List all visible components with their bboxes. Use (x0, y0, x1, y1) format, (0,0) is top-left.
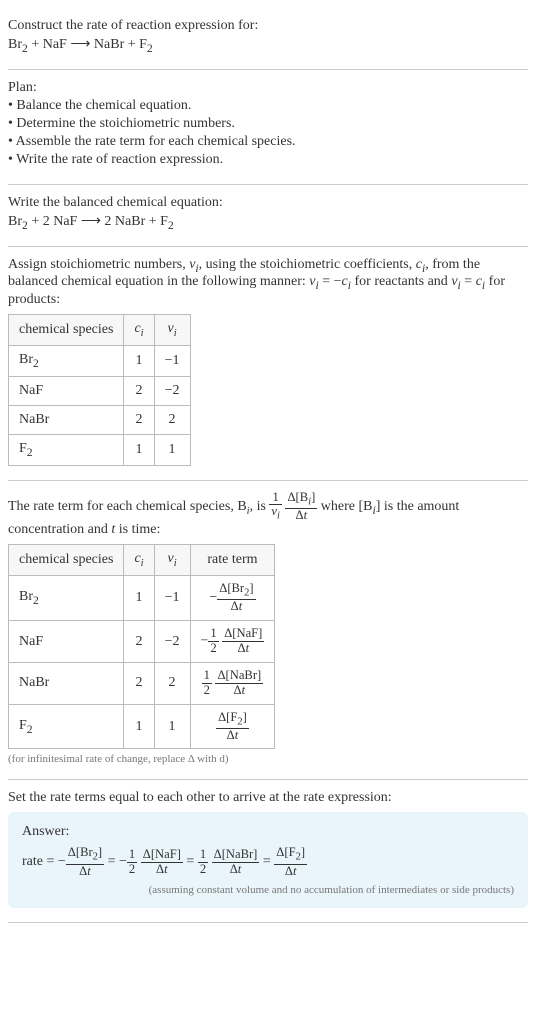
cell-species: F2 (9, 434, 124, 465)
cell-c: 1 (124, 704, 154, 749)
col-nui: νi (154, 545, 190, 576)
col-species: chemical species (9, 315, 124, 346)
rate-term-footnote: (for infinitesimal rate of change, repla… (8, 753, 528, 765)
prompt-section: Construct the rate of reaction expressio… (8, 8, 528, 70)
col-rate-term: rate term (190, 545, 275, 576)
plan-list: Balance the chemical equation. Determine… (8, 98, 528, 168)
balanced-section: Write the balanced chemical equation: Br… (8, 185, 528, 247)
plan-item: Assemble the rate term for each chemical… (8, 134, 528, 150)
rate-term-text: The rate term for each chemical species,… (8, 491, 528, 539)
col-nui: νi (154, 315, 190, 346)
rate-expression: rate = −Δ[Br2]Δt = −12 Δ[NaF]Δt = 12 Δ[N… (22, 846, 514, 878)
plan-section: Plan: Balance the chemical equation. Det… (8, 70, 528, 185)
answer-box: Answer: rate = −Δ[Br2]Δt = −12 Δ[NaF]Δt … (8, 812, 528, 908)
col-ci: ci (124, 315, 154, 346)
balanced-equation: Br2 + 2 NaF ⟶ 2 NaBr + F2 (8, 213, 528, 232)
stoich-table: chemical species ci νi Br2 1 −1 NaF 2 −2… (8, 314, 191, 465)
stoich-text: Assign stoichiometric numbers, νi, using… (8, 257, 528, 309)
plan-heading: Plan: (8, 80, 528, 96)
subscript-i: i (247, 506, 250, 517)
col-species: chemical species (9, 545, 124, 576)
table-row: F2 1 1 (9, 434, 191, 465)
col-ci: ci (124, 545, 154, 576)
cell-nu: 1 (154, 434, 190, 465)
cell-c: 1 (124, 576, 154, 621)
rate-term-table: chemical species ci νi rate term Br2 1 −… (8, 544, 275, 749)
final-section: Set the rate terms equal to each other t… (8, 780, 528, 923)
cell-nu: 2 (154, 662, 190, 704)
cell-nu: −2 (154, 621, 190, 663)
cell-species: NaBr (9, 662, 124, 704)
rate-term-pre: The rate term for each chemical species,… (8, 499, 247, 514)
cell-rate: −Δ[Br2]Δt (190, 576, 275, 621)
cell-species: NaF (9, 376, 124, 405)
stoich-section: Assign stoichiometric numbers, νi, using… (8, 247, 528, 481)
rate-term-section: The rate term for each chemical species,… (8, 481, 528, 781)
cell-c: 1 (124, 434, 154, 465)
table-header-row: chemical species ci νi rate term (9, 545, 275, 576)
table-header-row: chemical species ci νi (9, 315, 191, 346)
cell-rate: −12 Δ[NaF]Δt (190, 621, 275, 663)
one-over-nu-frac: 1νi (269, 491, 282, 523)
cell-nu: 1 (154, 704, 190, 749)
cell-species: Br2 (9, 345, 124, 376)
cell-c: 2 (124, 662, 154, 704)
plan-item: Write the rate of reaction expression. (8, 152, 528, 168)
cell-rate: 12 Δ[NaBr]Δt (190, 662, 275, 704)
cell-species: NaBr (9, 405, 124, 434)
balanced-heading: Write the balanced chemical equation: (8, 195, 528, 211)
cell-species: Br2 (9, 576, 124, 621)
dbi-dt-frac: Δ[Bi]Δt (285, 491, 317, 523)
final-heading: Set the rate terms equal to each other t… (8, 790, 528, 806)
table-row: NaF 2 −2 −12 Δ[NaF]Δt (9, 621, 275, 663)
table-row: F2 1 1 Δ[F2]Δt (9, 704, 275, 749)
cell-species: F2 (9, 704, 124, 749)
prompt-text: Construct the rate of reaction expressio… (8, 18, 528, 34)
answer-footnote: (assuming constant volume and no accumul… (22, 884, 514, 896)
table-row: NaBr 2 2 12 Δ[NaBr]Δt (9, 662, 275, 704)
cell-c: 2 (124, 405, 154, 434)
plan-item: Balance the chemical equation. (8, 98, 528, 114)
cell-nu: −2 (154, 376, 190, 405)
cell-nu: 2 (154, 405, 190, 434)
table-row: NaF 2 −2 (9, 376, 191, 405)
unbalanced-equation: Br2 + NaF ⟶ NaBr + F2 (8, 36, 528, 55)
cell-nu: −1 (154, 576, 190, 621)
answer-label: Answer: (22, 824, 514, 840)
plan-item: Determine the stoichiometric numbers. (8, 116, 528, 132)
cell-rate: Δ[F2]Δt (190, 704, 275, 749)
table-row: NaBr 2 2 (9, 405, 191, 434)
table-row: Br2 1 −1 (9, 345, 191, 376)
cell-c: 2 (124, 376, 154, 405)
cell-c: 2 (124, 621, 154, 663)
table-row: Br2 1 −1 −Δ[Br2]Δt (9, 576, 275, 621)
cell-species: NaF (9, 621, 124, 663)
cell-c: 1 (124, 345, 154, 376)
cell-nu: −1 (154, 345, 190, 376)
